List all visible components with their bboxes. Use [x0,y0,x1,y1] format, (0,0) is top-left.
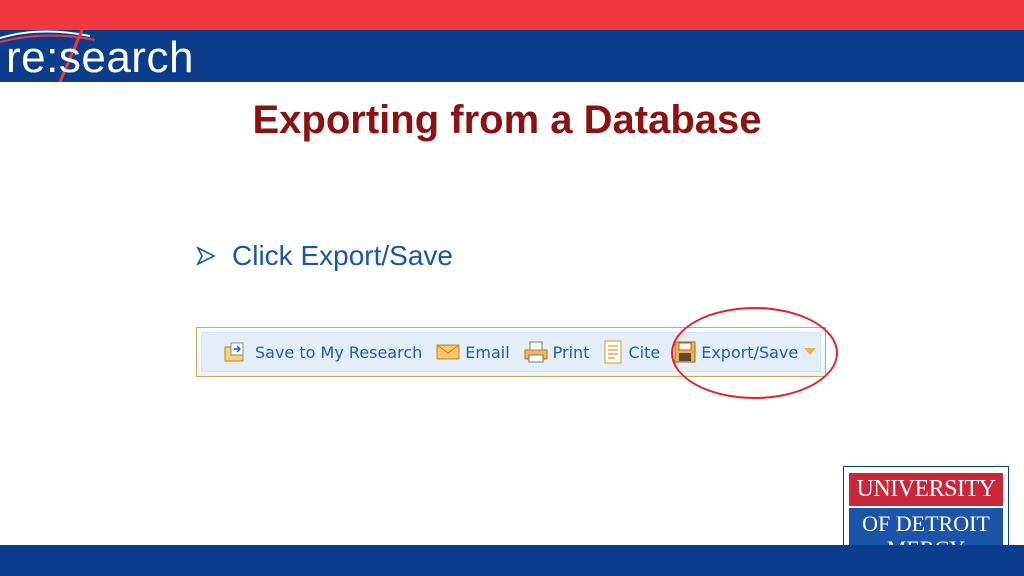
research-logo-text: re:search [6,33,194,82]
print-button[interactable]: Print [524,341,590,363]
email-button[interactable]: Email [436,342,510,362]
cite-button[interactable]: Cite [603,340,660,364]
university-logo-line-mid: OF DETROIT [862,511,990,536]
highlight-circle [671,307,838,399]
save-to-folder-icon [224,342,244,362]
document-icon [604,340,622,364]
envelope-icon [436,344,460,360]
header-red-bar [0,0,1024,30]
toolbar-item-label: Email [465,342,510,362]
toolbar-item-label: Print [552,342,590,362]
bullet-text: Click Export/Save [232,240,453,271]
toolbar-item-label: Cite [628,342,661,362]
footer-blue-bar [0,545,1024,576]
slide-title: Exporting from a Database [252,98,762,142]
save-to-my-research-button[interactable]: Save to My Research [224,341,422,363]
printer-icon [524,341,548,363]
toolbar-item-label: Save to My Research [255,342,423,362]
bullet-item: Click Export/Save [196,240,453,272]
university-logo-top: UNIVERSITY [849,473,1003,506]
arrow-bullet-icon [196,246,216,266]
